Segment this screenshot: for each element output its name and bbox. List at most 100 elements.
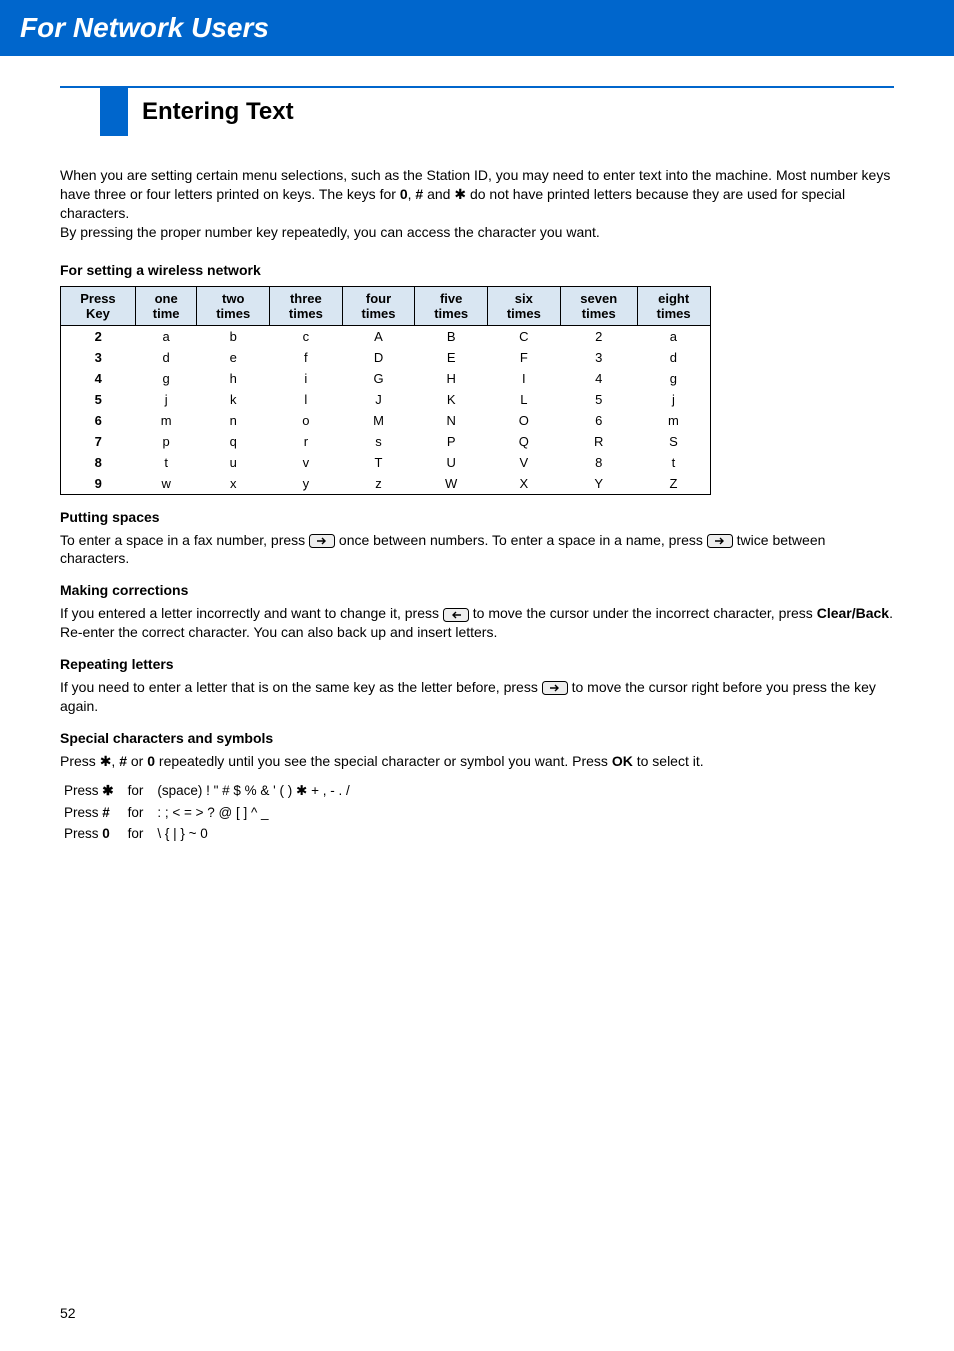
table-cell: F bbox=[488, 347, 561, 368]
table-cell: o bbox=[270, 410, 343, 431]
key-star: ✱ bbox=[100, 753, 112, 769]
special-press-cell: Press 0 bbox=[62, 824, 124, 843]
table-cell: 4 bbox=[61, 368, 136, 389]
page-number: 52 bbox=[60, 1305, 76, 1321]
right-arrow-key-icon bbox=[309, 534, 335, 548]
text: If you need to enter a letter that is on… bbox=[60, 679, 542, 695]
table-row: 4ghiGHI4g bbox=[61, 368, 711, 389]
table-header-cell: threetimes bbox=[270, 286, 343, 325]
table-cell: w bbox=[135, 473, 196, 495]
table-cell: Q bbox=[488, 431, 561, 452]
table-row: 5jklJKL5j bbox=[61, 389, 711, 410]
clear-back-label: Clear/Back bbox=[817, 605, 889, 621]
table-cell: U bbox=[415, 452, 488, 473]
page-header: For Network Users bbox=[0, 0, 954, 56]
special-row: Press 0for\ { | } ~ 0 bbox=[62, 824, 360, 843]
key-0: 0 bbox=[147, 753, 155, 769]
table-cell: a bbox=[637, 325, 710, 347]
text: repeatedly until you see the special cha… bbox=[155, 753, 612, 769]
making-corrections-text: If you entered a letter incorrectly and … bbox=[60, 604, 894, 642]
table-header-cell: PressKey bbox=[61, 286, 136, 325]
table-row: 2abcABC2a bbox=[61, 325, 711, 347]
table-cell: y bbox=[270, 473, 343, 495]
table-cell: m bbox=[637, 410, 710, 431]
table-cell: c bbox=[270, 325, 343, 347]
special-chars-cell: (space) ! " # $ % & ' ( ) ✱ + , - . / bbox=[155, 781, 359, 801]
table-cell: 2 bbox=[560, 325, 637, 347]
special-chars-heading: Special characters and symbols bbox=[60, 730, 894, 746]
text: to select it. bbox=[633, 753, 704, 769]
table-cell: j bbox=[637, 389, 710, 410]
special-chars-text: Press ✱, # or 0 repeatedly until you see… bbox=[60, 752, 894, 771]
table-cell: C bbox=[488, 325, 561, 347]
table-header-cell: fourtimes bbox=[342, 286, 415, 325]
table-header-cell: sixtimes bbox=[488, 286, 561, 325]
key-entry-table: PressKeyonetimetwotimesthreetimesfourtim… bbox=[60, 286, 711, 495]
table-cell: G bbox=[342, 368, 415, 389]
table-cell: E bbox=[415, 347, 488, 368]
table-cell: d bbox=[135, 347, 196, 368]
page-content: Entering Text When you are setting certa… bbox=[0, 56, 954, 845]
table-cell: s bbox=[342, 431, 415, 452]
special-chars-table: Press ✱ for (space) ! " # $ % & ' ( ) ✱ + … bbox=[60, 779, 362, 845]
text: To enter a space in a fax number, press bbox=[60, 532, 309, 548]
table-cell: f bbox=[270, 347, 343, 368]
table-cell: 3 bbox=[61, 347, 136, 368]
intro-text: By pressing the proper number key repeat… bbox=[60, 224, 600, 240]
special-chars-cell: : ; < = > ? @ [ ] ^ _ bbox=[155, 803, 359, 822]
intro-text: and bbox=[423, 186, 454, 202]
table-cell: 6 bbox=[560, 410, 637, 431]
repeating-letters-text: If you need to enter a letter that is on… bbox=[60, 678, 894, 716]
key-star: ✱ bbox=[454, 186, 466, 202]
table-header-cell: twotimes bbox=[197, 286, 270, 325]
table-cell: i bbox=[270, 368, 343, 389]
table-cell: P bbox=[415, 431, 488, 452]
putting-spaces-text: To enter a space in a fax number, press … bbox=[60, 531, 894, 569]
table-cell: k bbox=[197, 389, 270, 410]
right-arrow-key-icon bbox=[707, 534, 733, 548]
table-cell: t bbox=[135, 452, 196, 473]
special-press-cell: Press # bbox=[62, 803, 124, 822]
table-cell: a bbox=[135, 325, 196, 347]
table-cell: g bbox=[135, 368, 196, 389]
table-cell: J bbox=[342, 389, 415, 410]
table-cell: 5 bbox=[560, 389, 637, 410]
table-cell: j bbox=[135, 389, 196, 410]
table-header-cell: eighttimes bbox=[637, 286, 710, 325]
table-row: 8tuvTUV8t bbox=[61, 452, 711, 473]
table-cell: t bbox=[637, 452, 710, 473]
table-row: 3defDEF3d bbox=[61, 347, 711, 368]
key-hash: # bbox=[119, 753, 127, 769]
table-row: 6mnoMNO6m bbox=[61, 410, 711, 431]
table-cell: M bbox=[342, 410, 415, 431]
making-corrections-heading: Making corrections bbox=[60, 582, 894, 598]
table-cell: p bbox=[135, 431, 196, 452]
page-header-title: For Network Users bbox=[20, 12, 269, 43]
section-title: Entering Text bbox=[142, 88, 294, 136]
table-cell: O bbox=[488, 410, 561, 431]
table-header-cell: onetime bbox=[135, 286, 196, 325]
ok-label: OK bbox=[612, 753, 633, 769]
table-row: 9wxyzWXYZ bbox=[61, 473, 711, 495]
table-cell: r bbox=[270, 431, 343, 452]
intro-paragraph: When you are setting certain menu select… bbox=[60, 166, 894, 242]
wireless-heading: For setting a wireless network bbox=[60, 262, 894, 278]
table-cell: l bbox=[270, 389, 343, 410]
table-cell: 8 bbox=[61, 452, 136, 473]
table-cell: 9 bbox=[61, 473, 136, 495]
table-cell: 7 bbox=[61, 431, 136, 452]
special-press-cell: Press ✱ bbox=[62, 781, 124, 801]
table-cell: h bbox=[197, 368, 270, 389]
right-arrow-key-icon bbox=[542, 681, 568, 695]
section-title-block: Entering Text bbox=[100, 88, 894, 136]
table-cell: u bbox=[197, 452, 270, 473]
special-for-cell: for bbox=[126, 824, 154, 843]
text: to move the cursor under the incorrect c… bbox=[469, 605, 817, 621]
table-cell: 8 bbox=[560, 452, 637, 473]
section-marker bbox=[100, 88, 128, 136]
table-cell: D bbox=[342, 347, 415, 368]
table-cell: R bbox=[560, 431, 637, 452]
table-cell: g bbox=[637, 368, 710, 389]
table-cell: 5 bbox=[61, 389, 136, 410]
table-cell: L bbox=[488, 389, 561, 410]
